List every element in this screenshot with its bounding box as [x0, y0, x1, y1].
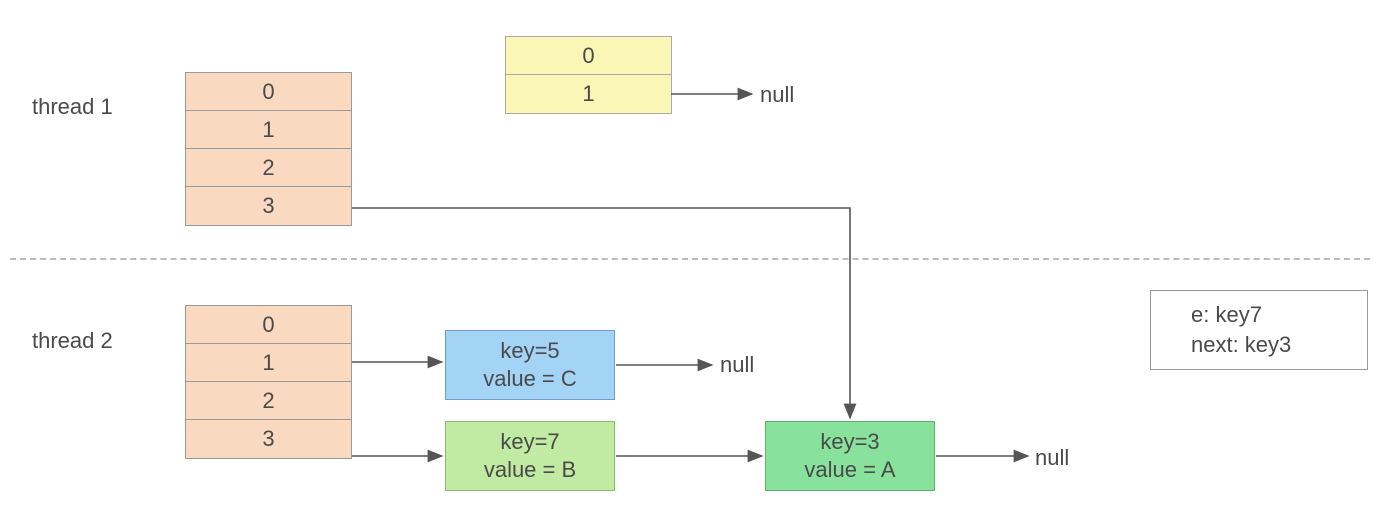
thread1-cell-3: 3 [186, 187, 351, 225]
node-a-null: null [1035, 445, 1069, 471]
thread1-newtable-cell-1: 1 [506, 75, 671, 113]
diagram-canvas: thread 1 0 1 2 3 0 1 null thread 2 0 1 2… [0, 0, 1380, 522]
state-e: e: key7 [1191, 300, 1367, 330]
node-c-value: value = C [446, 365, 614, 393]
node-c-key: key=5 [446, 337, 614, 365]
node-c-null: null [720, 352, 754, 378]
state-box: e: key7 next: key3 [1150, 290, 1368, 370]
thread2-cell-0: 0 [186, 306, 351, 344]
node-b-key: key=7 [446, 428, 614, 456]
thread1-table: 0 1 2 3 [185, 72, 352, 226]
thread1-cell-0: 0 [186, 73, 351, 111]
node-b-value: value = B [446, 456, 614, 484]
node-a-value: value = A [766, 456, 934, 484]
node-a: key=3 value = A [765, 421, 935, 491]
thread2-cell-3: 3 [186, 420, 351, 458]
thread2-table: 0 1 2 3 [185, 305, 352, 459]
thread1-label: thread 1 [32, 94, 113, 120]
thread1-newtable-cell-0: 0 [506, 37, 671, 75]
thread2-label: thread 2 [32, 328, 113, 354]
thread1-null: null [760, 82, 794, 108]
thread1-cell-1: 1 [186, 111, 351, 149]
thread-divider [10, 258, 1370, 260]
thread2-cell-2: 2 [186, 382, 351, 420]
thread1-newtable: 0 1 [505, 36, 672, 114]
node-b: key=7 value = B [445, 421, 615, 491]
state-next: next: key3 [1191, 330, 1367, 360]
node-c: key=5 value = C [445, 330, 615, 400]
thread1-cell-2: 2 [186, 149, 351, 187]
node-a-key: key=3 [766, 428, 934, 456]
thread2-cell-1: 1 [186, 344, 351, 382]
